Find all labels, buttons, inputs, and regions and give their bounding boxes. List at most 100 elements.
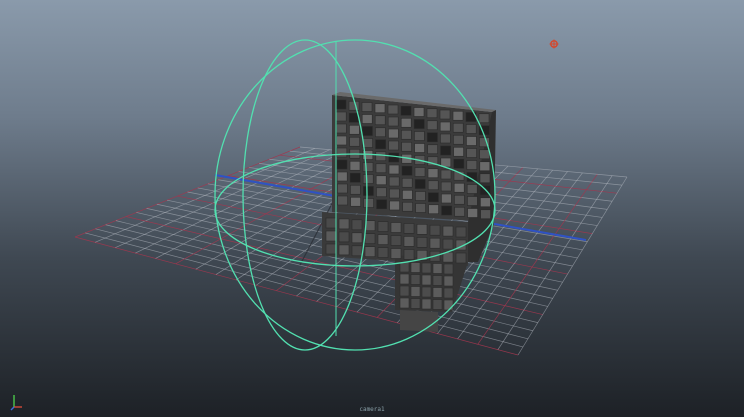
voxel-cell: [414, 167, 426, 177]
voxel-cell: [455, 252, 467, 264]
voxel-cell: [429, 224, 441, 236]
voxel-cell: [465, 124, 477, 134]
voxel-cell: [349, 172, 361, 183]
voxel-cell: [390, 235, 402, 246]
voxel-cell: [427, 132, 438, 143]
voxel-cell: [467, 196, 478, 206]
voxel-cell: [363, 198, 374, 208]
voxel-cell: [414, 131, 425, 141]
voxel-cell: [388, 128, 399, 139]
voxel-cell: [402, 201, 413, 212]
voxel-cell: [325, 230, 337, 242]
voxel-cell: [416, 237, 428, 248]
voxel-cell: [377, 247, 389, 258]
voxel-cell: [374, 103, 386, 114]
voxel-cell: [415, 203, 426, 213]
voxel-cell: [410, 286, 421, 297]
voxel-cell: [389, 188, 400, 199]
voxel-cell: [453, 134, 464, 145]
voxel-cell: [338, 231, 350, 243]
voxel-cell: [466, 184, 478, 194]
voxel-cell: [337, 195, 348, 206]
voxel-cell: [479, 149, 490, 160]
voxel-cell: [348, 100, 360, 111]
3d-viewport[interactable]: camera1: [0, 0, 744, 417]
voxel-cell: [421, 298, 432, 310]
voxel-cell: [390, 222, 402, 233]
voxel-cell: [428, 192, 439, 203]
voxel-cell: [401, 141, 412, 152]
voxel-cell: [350, 184, 361, 195]
voxel-cell: [351, 219, 363, 231]
voxel-cell: [432, 263, 443, 274]
voxel-cell: [479, 173, 491, 184]
voxel-cell: [414, 179, 426, 189]
voxel-cell: [375, 163, 387, 174]
voxel-cell: [443, 299, 454, 311]
voxel-cell: [375, 151, 387, 162]
voxel-cell: [388, 176, 400, 187]
voxel-cell: [479, 161, 491, 172]
voxel-cell: [374, 115, 386, 126]
voxel-cell: [401, 177, 413, 188]
voxel-cell: [403, 223, 415, 234]
voxel-cell: [439, 109, 451, 120]
voxel-cell: [349, 136, 360, 147]
voxel-cell: [389, 200, 400, 211]
voxel-cell: [453, 146, 464, 157]
voxel-cell: [410, 262, 421, 273]
voxel-cell: [441, 205, 452, 216]
voxel-cell: [336, 135, 347, 146]
voxel-cell: [362, 126, 373, 136]
voxel-cell: [415, 191, 426, 201]
voxel-cell: [466, 160, 478, 170]
voxel-cell: [400, 117, 412, 128]
light-locator-icon[interactable]: [549, 39, 559, 49]
voxel-cell: [453, 158, 465, 169]
voxel-cell: [376, 187, 387, 198]
voxel-cell: [428, 204, 439, 215]
voxel-cell: [443, 263, 454, 275]
voxel-cell: [452, 122, 464, 133]
voxel-cell: [426, 120, 438, 131]
voxel-cell: [441, 193, 452, 204]
voxel-cell: [336, 171, 348, 182]
voxel-cell: [399, 297, 410, 309]
voxel-cell: [351, 232, 363, 244]
voxel-cell: [338, 244, 350, 256]
camera-label: camera1: [359, 406, 385, 413]
voxel-cell: [454, 194, 465, 205]
voxel-cell: [413, 107, 425, 117]
voxel-cell: [427, 180, 439, 191]
voxel-cell: [427, 144, 438, 155]
voxel-cell: [453, 182, 465, 193]
voxel-cell: [361, 114, 373, 124]
voxel-cell: [478, 113, 490, 124]
voxel-cell: [480, 209, 491, 220]
voxel-cell: [362, 162, 374, 172]
voxel-cell: [388, 164, 400, 175]
voxel-cell: [421, 262, 432, 274]
voxel-cell: [403, 249, 415, 260]
voxel-cell: [427, 168, 439, 179]
voxel-cell: [443, 275, 454, 287]
voxel-cell: [400, 105, 412, 116]
voxel-cell: [338, 218, 350, 230]
voxel-cell: [440, 133, 451, 144]
voxel-cell: [440, 169, 452, 180]
voxel-cell: [335, 99, 347, 110]
voxel-cell: [402, 189, 413, 200]
voxel-cell: [455, 226, 467, 238]
voxel-cell: [421, 286, 432, 298]
voxel-cell: [388, 152, 400, 163]
voxel-cell: [421, 274, 432, 286]
voxel-cell: [387, 104, 399, 115]
voxel-cell: [350, 196, 361, 207]
voxel-cell: [388, 140, 399, 151]
voxel-cell: [480, 197, 491, 208]
mesh-foot: [400, 310, 438, 332]
voxel-cell: [362, 174, 374, 184]
voxel-cell: [390, 248, 402, 259]
voxel-cell: [325, 243, 337, 255]
scene-canvas[interactable]: [0, 0, 744, 417]
